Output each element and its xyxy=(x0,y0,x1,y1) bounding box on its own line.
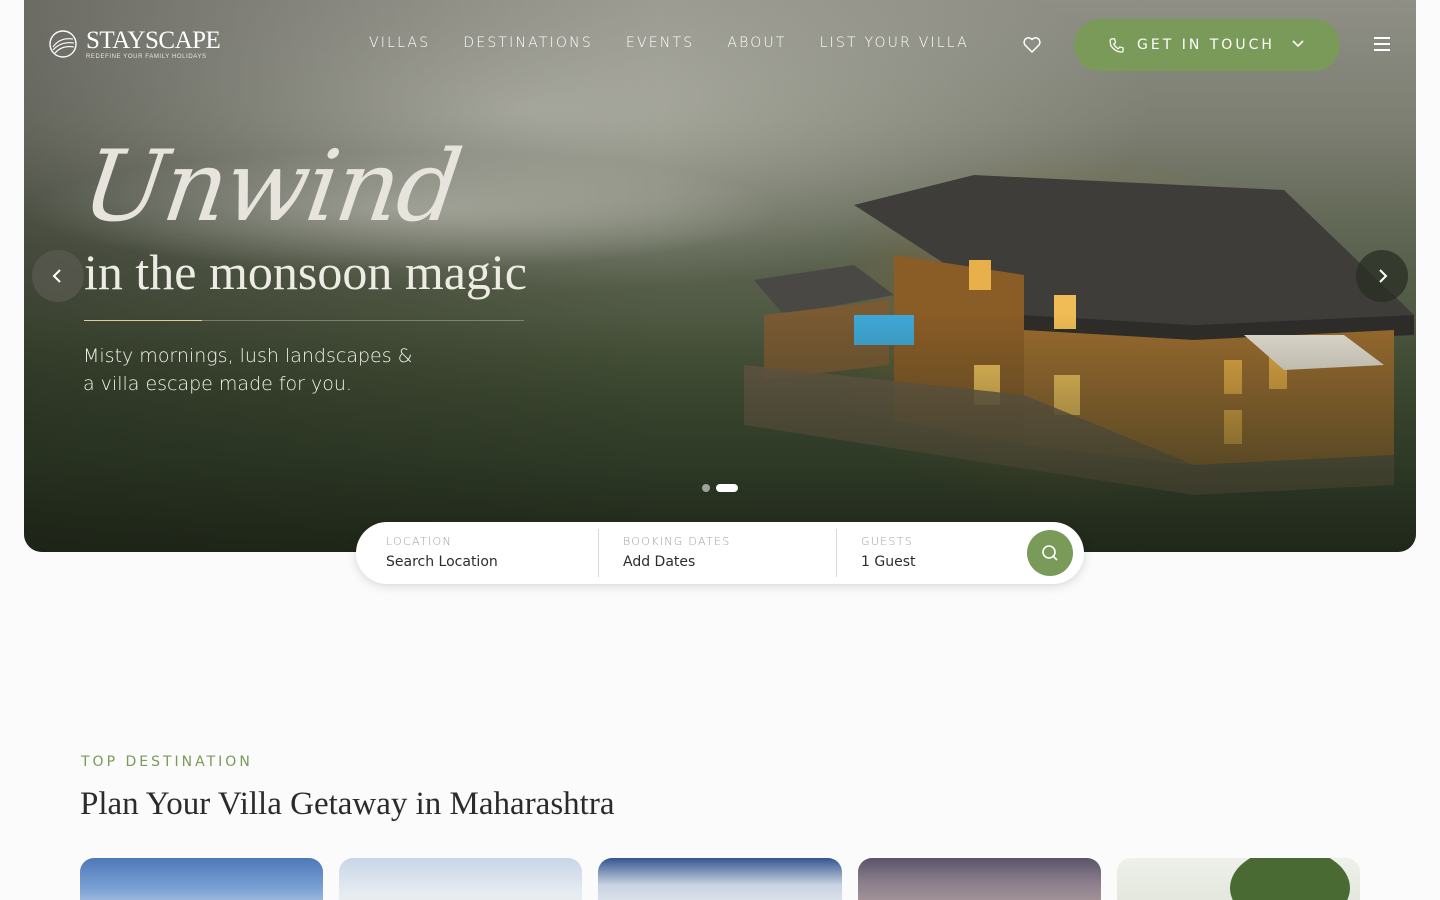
nav-destinations[interactable]: DESTINATIONS xyxy=(463,35,593,51)
get-in-touch-button[interactable]: GET IN TOUCH xyxy=(1074,19,1340,71)
slide-indicators xyxy=(702,484,738,492)
divider xyxy=(598,529,599,577)
nav-list-your-villa[interactable]: LIST YOUR VILLA xyxy=(820,35,969,51)
nav-about[interactable]: ABOUT xyxy=(727,35,786,51)
menu-icon[interactable] xyxy=(1374,37,1390,51)
section-title: Plan Your Villa Getaway in Maharashtra xyxy=(80,786,615,822)
slide-dot-2[interactable] xyxy=(716,484,738,492)
slide-dot-1[interactable] xyxy=(702,484,710,492)
nav-events[interactable]: EVENTS xyxy=(626,35,694,51)
booking-dates-field[interactable]: BOOKING DATES Add Dates xyxy=(623,528,833,578)
next-slide-button[interactable] xyxy=(1356,250,1408,302)
brand-tagline: REDEFINE YOUR FAMILY HOLIDAYS xyxy=(86,54,207,60)
location-label: LOCATION xyxy=(386,535,452,548)
booking-dates-label: BOOKING DATES xyxy=(623,535,731,548)
location-field[interactable]: LOCATION Search Location xyxy=(386,528,596,578)
brand-name: STAYSCAPE xyxy=(86,27,221,54)
guests-label: GUESTS xyxy=(861,535,914,548)
location-input[interactable]: Search Location xyxy=(386,554,596,570)
logo-mark-icon xyxy=(49,30,77,58)
destination-card[interactable] xyxy=(858,858,1101,900)
guests-input[interactable]: 1 Guest xyxy=(861,554,1011,570)
destination-card[interactable] xyxy=(80,858,323,900)
destination-card[interactable] xyxy=(339,858,582,900)
guests-field[interactable]: GUESTS 1 Guest xyxy=(861,528,1011,578)
search-bar: LOCATION Search Location BOOKING DATES A… xyxy=(356,522,1084,584)
phone-icon xyxy=(1109,37,1124,53)
hero-subtitle: Misty mornings, lush landscapes & a vill… xyxy=(83,342,503,398)
search-button[interactable] xyxy=(1027,530,1073,576)
main-nav: VILLAS DESTINATIONS EVENTS ABOUT LIST YO… xyxy=(369,35,1002,51)
hero-subtitle-line2: a villa escape made for you. xyxy=(83,373,352,395)
nav-villas[interactable]: VILLAS xyxy=(369,35,430,51)
destination-card[interactable] xyxy=(598,858,842,900)
chevron-down-icon xyxy=(1292,40,1304,48)
booking-dates-input[interactable]: Add Dates xyxy=(623,554,833,570)
search-icon xyxy=(1042,545,1058,561)
destination-cards xyxy=(80,858,1360,900)
hero-headline: in the monsoon magic xyxy=(84,244,527,300)
heart-icon[interactable] xyxy=(1022,36,1042,54)
destination-card[interactable] xyxy=(1117,858,1360,900)
section-kicker: TOP DESTINATION xyxy=(81,754,253,770)
get-in-touch-label: GET IN TOUCH xyxy=(1137,37,1275,53)
chevron-right-icon xyxy=(1379,269,1388,283)
brand-logo[interactable]: STAYSCAPE REDEFINE YOUR FAMILY HOLIDAYS xyxy=(48,27,221,60)
chevron-left-icon xyxy=(52,269,61,283)
prev-slide-button[interactable] xyxy=(32,250,84,302)
hero-divider xyxy=(84,320,524,321)
hero-script-title: Unwind xyxy=(75,130,467,244)
hero-subtitle-line1: Misty mornings, lush landscapes & xyxy=(83,345,413,367)
divider xyxy=(836,529,837,577)
